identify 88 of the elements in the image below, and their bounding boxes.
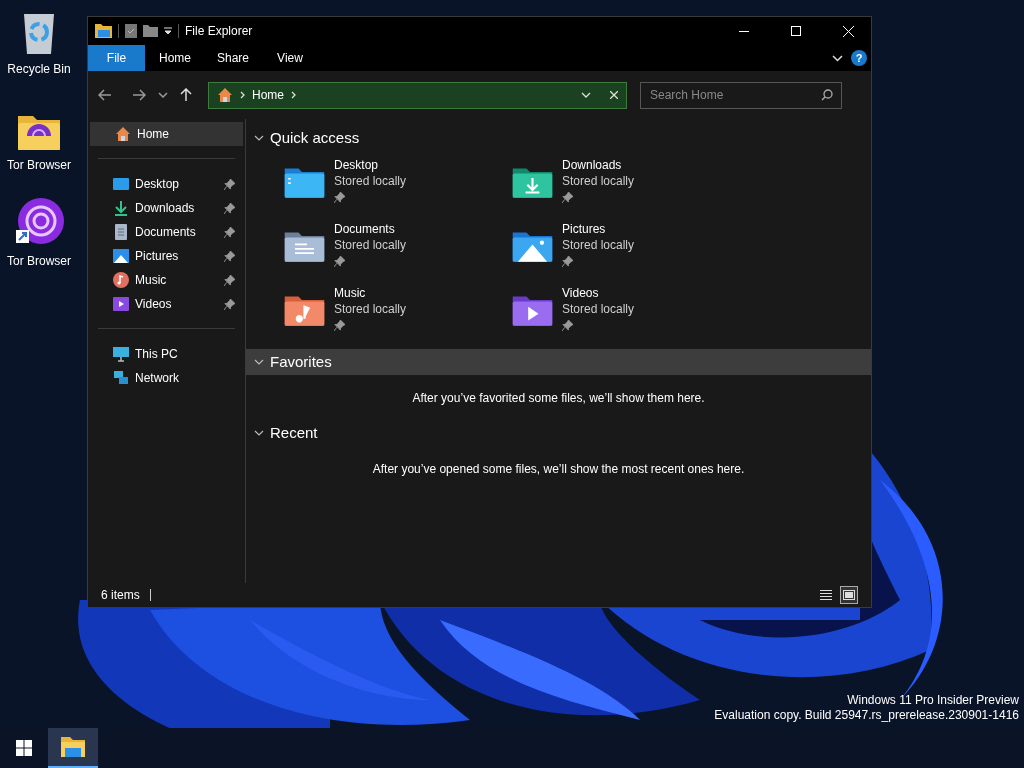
sidebar-item[interactable]: Desktop (98, 172, 235, 196)
folder-status: Stored locally (334, 301, 407, 317)
quick-access-item[interactable]: Desktop Stored locally (283, 157, 511, 213)
folder-name: Desktop (334, 157, 380, 173)
quick-access-item[interactable]: Documents Stored locally (283, 221, 511, 277)
home-icon (217, 87, 233, 103)
taskbar-app-button[interactable] (48, 728, 98, 768)
folder-status: Stored locally (334, 237, 407, 253)
windows-logo-icon (16, 740, 32, 756)
video-icon (113, 296, 129, 312)
sidebar-item[interactable]: Music (98, 268, 235, 292)
folder-name: Documents (334, 221, 396, 237)
desktop-icon-label[interactable]: Tor Browser (7, 252, 71, 270)
folder-icon (95, 24, 112, 38)
back-arrow-icon[interactable] (98, 89, 112, 101)
quick-access-item[interactable]: Downloads Stored locally (511, 157, 739, 213)
item-count: 6 items (101, 587, 140, 604)
folder-icon (283, 229, 326, 264)
chevron-down-icon (254, 359, 264, 365)
desktop-icon-label[interactable]: Tor Browser (7, 156, 71, 174)
section-header[interactable]: Recent (246, 420, 871, 446)
download-icon (113, 200, 129, 216)
empty-message: After you’ve opened some files, we’ll show the most recent ones here. (372, 460, 745, 478)
sidebar-item[interactable]: Videos (98, 292, 235, 316)
folder-name: Music (334, 285, 367, 301)
ribbon-tab[interactable]: File (88, 45, 145, 71)
sidebar-item[interactable]: Downloads (98, 196, 235, 220)
close-icon (842, 25, 854, 37)
folder-icon (283, 165, 326, 200)
dropdown-icon[interactable] (164, 27, 172, 35)
watermark-text: Evaluation copy. Build 25947.rs_prerelease.230901-1416 (714, 708, 1019, 723)
clear-icon[interactable] (610, 91, 618, 99)
monitor-icon (113, 346, 129, 362)
folder-icon (511, 293, 554, 328)
sidebar-item[interactable]: Network (98, 366, 235, 390)
maximize-icon (791, 26, 801, 36)
address-bar[interactable]: Home (208, 81, 627, 109)
ribbon-tab[interactable]: Home (145, 45, 203, 71)
forward-arrow-icon[interactable] (132, 89, 146, 101)
chevron-down-icon (254, 430, 264, 436)
folder-name: Downloads (562, 157, 623, 173)
folder-status: Stored locally (562, 173, 635, 189)
folder-name: Pictures (562, 221, 607, 237)
help-button[interactable]: ? (851, 50, 867, 66)
folder-icon (60, 736, 86, 758)
folder-icon (511, 165, 554, 200)
music-icon (113, 272, 129, 288)
search-icon (821, 88, 833, 101)
network-icon (113, 370, 129, 386)
folder-status: Stored locally (334, 173, 407, 189)
minimize-icon (739, 30, 749, 32)
tor-browser-icon (14, 196, 64, 246)
document-icon (113, 224, 129, 240)
chevron-down-icon (254, 135, 264, 141)
up-arrow-icon[interactable] (180, 88, 192, 102)
desktop-icon-label[interactable]: Recycle Bin (7, 60, 71, 78)
quick-access-item[interactable]: Music Stored locally (283, 285, 511, 341)
list-icon (819, 589, 833, 601)
watermark-text: Windows 11 Pro Insider Preview (847, 693, 1019, 708)
tile-icon (843, 590, 855, 600)
breadcrumb[interactable]: Home (252, 86, 284, 104)
chevron-down-icon[interactable] (158, 92, 168, 98)
large-icons-view-button[interactable] (840, 586, 858, 604)
ribbon-tab[interactable]: Share (203, 45, 261, 71)
section-header[interactable]: Quick access (246, 125, 871, 151)
sidebar-item[interactable]: Pictures (98, 244, 235, 268)
sidebar-item[interactable]: Documents (98, 220, 235, 244)
empty-message: After you’ve favorited some files, we’ll show them here. (412, 389, 705, 407)
folder-name: Videos (562, 285, 600, 301)
quick-access-item[interactable]: Videos Stored locally (511, 285, 739, 341)
chevron-right-icon (240, 91, 245, 99)
picture-icon (113, 248, 129, 264)
desktop-icon (113, 176, 129, 192)
new-folder-icon[interactable] (143, 25, 158, 37)
home-icon (115, 126, 131, 142)
quick-access-item[interactable]: Pictures Stored locally (511, 221, 739, 277)
sidebar-item[interactable]: Home (90, 122, 243, 146)
sidebar-item[interactable]: This PC (98, 342, 235, 366)
section-header[interactable]: Favorites (246, 349, 871, 375)
folder-status: Stored locally (562, 301, 635, 317)
window-title: File Explorer (185, 23, 253, 40)
search-field[interactable]: Search Home (640, 81, 842, 109)
folder-icon (511, 229, 554, 264)
folder-icon (17, 114, 61, 150)
chevron-right-icon (291, 91, 296, 99)
ribbon-tab[interactable]: View (261, 45, 319, 71)
folder-icon (283, 293, 326, 328)
folder-status: Stored locally (562, 237, 635, 253)
